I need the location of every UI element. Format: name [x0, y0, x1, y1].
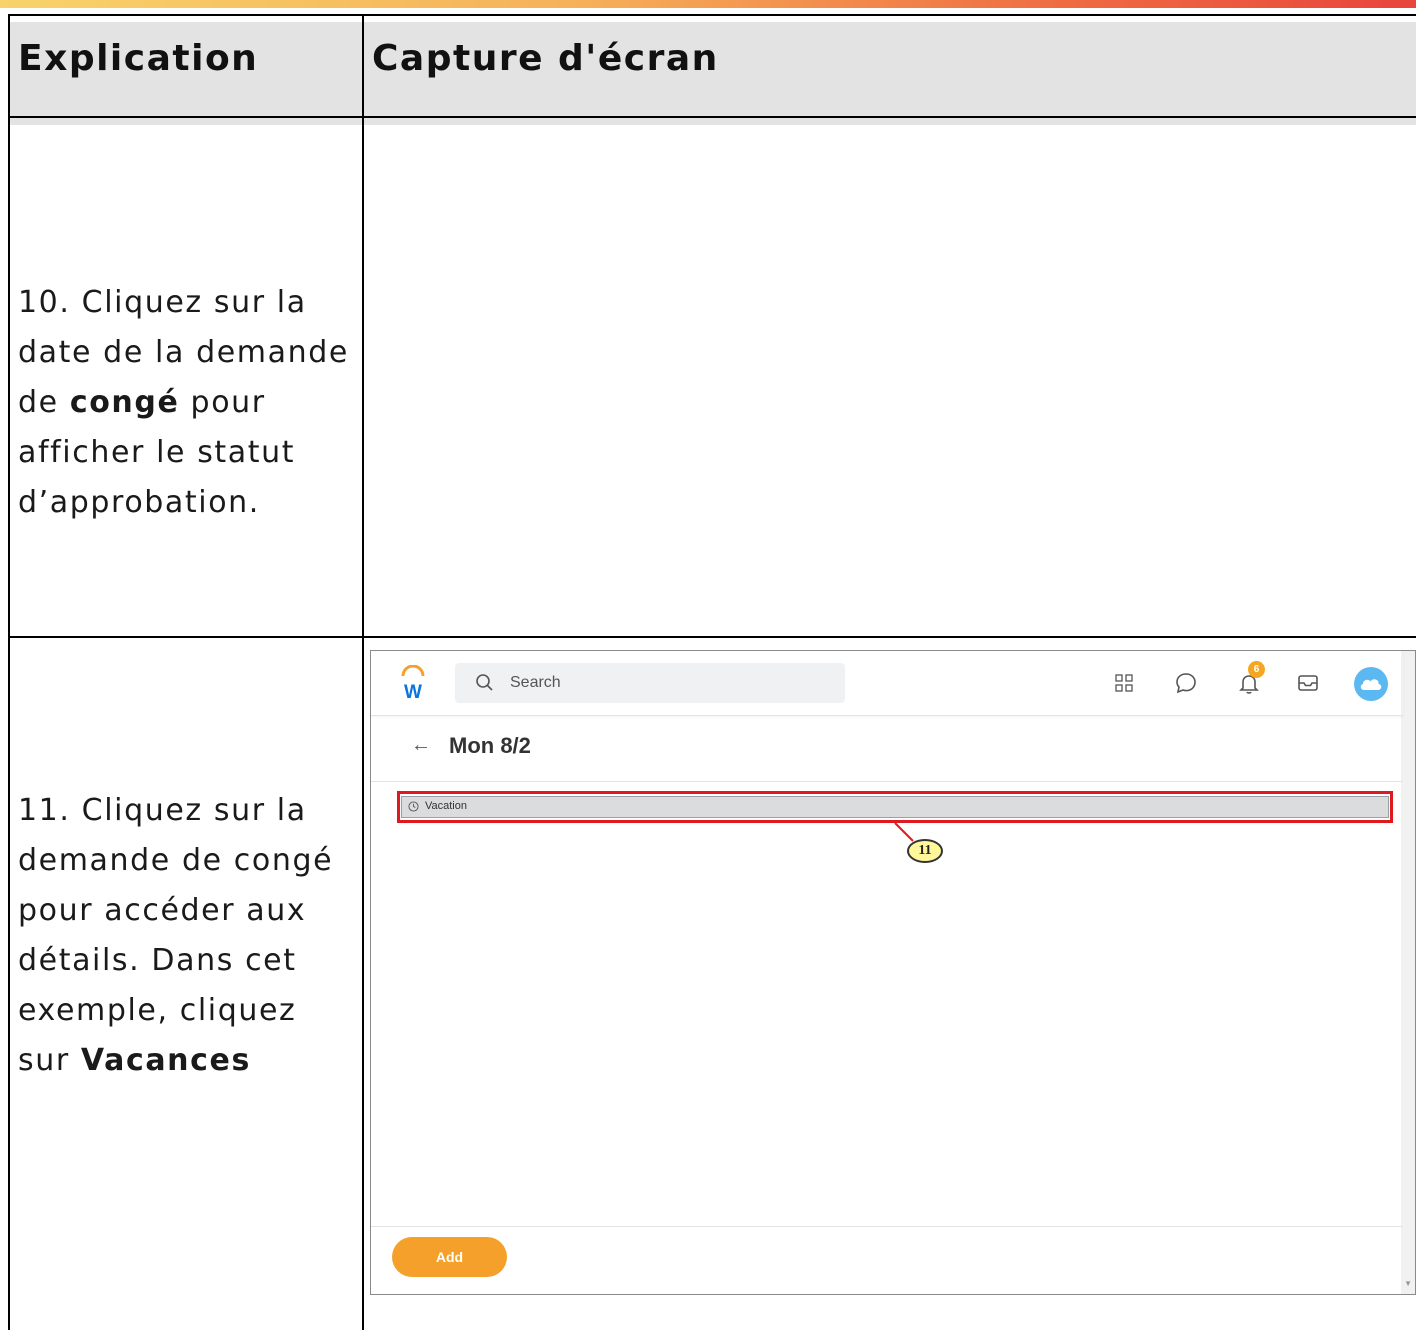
step-11-text-part1: 11. Cliquez sur la demande de congé pour…: [18, 793, 334, 1078]
notification-badge: 6: [1248, 661, 1265, 678]
chat-icon[interactable]: [1174, 671, 1198, 695]
step-11-bold: Vacances: [80, 1043, 251, 1078]
search-placeholder: Search: [510, 674, 561, 691]
workday-logo-icon[interactable]: W: [399, 665, 427, 701]
app-header: W Search 6: [371, 651, 1403, 716]
table-border-top: [8, 14, 1416, 16]
step-10-bold: congé: [69, 385, 180, 420]
row-border: [8, 636, 1416, 638]
callout-marker: 11: [907, 839, 943, 863]
step-11-text: 11. Cliquez sur la demande de congé pour…: [18, 786, 358, 1086]
page-title: Mon 8/2: [449, 733, 531, 758]
logo-letter: W: [404, 682, 422, 701]
apps-grid-icon[interactable]: [1115, 674, 1133, 692]
table-border-middle: [362, 14, 364, 1330]
workday-screenshot: ▼ W Search 6 ← Mon 8/2 Vacation 11 Add: [370, 650, 1416, 1295]
scroll-down-arrow-icon[interactable]: ▼: [1404, 1279, 1412, 1288]
avatar[interactable]: [1354, 667, 1388, 701]
header-capture: Capture d'écran: [372, 38, 719, 79]
scrollbar[interactable]: ▼: [1401, 651, 1415, 1294]
header-row-border: [8, 116, 1416, 118]
table-border-left: [8, 14, 10, 1330]
step-10-text: 10. Cliquez sur la date de la demande de…: [18, 278, 358, 528]
add-button[interactable]: Add: [392, 1237, 507, 1277]
search-icon: [476, 674, 493, 691]
cloud-icon: [1360, 679, 1382, 690]
title-divider: [371, 781, 1403, 782]
callout-highlight-box: [397, 791, 1393, 823]
search-input[interactable]: Search: [455, 663, 845, 703]
inbox-icon[interactable]: [1296, 671, 1320, 695]
header-explication: Explication: [18, 38, 259, 79]
top-gradient-bar: [0, 0, 1416, 8]
footer-divider: [371, 1226, 1403, 1227]
arrow-left-icon[interactable]: ←: [411, 734, 431, 757]
